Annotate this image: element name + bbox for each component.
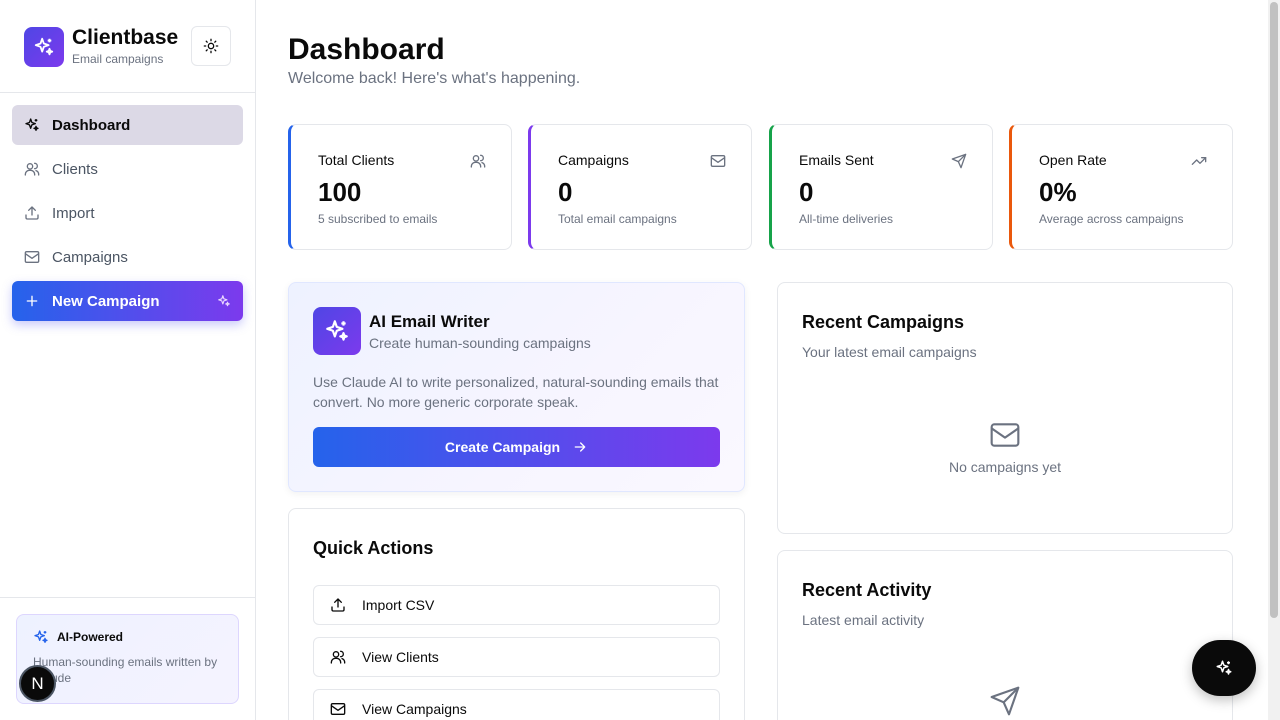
recent-activity-card: Recent Activity Latest email activity: [777, 550, 1233, 720]
mail-icon: [989, 419, 1021, 451]
new-campaign-button[interactable]: New Campaign: [12, 281, 243, 321]
recent-campaigns-subtitle: Your latest email campaigns: [802, 344, 977, 360]
page-subtitle: Welcome back! Here's what's happening.: [288, 70, 581, 87]
ai-writer-title: AI Email Writer: [369, 312, 490, 331]
sun-icon: [203, 38, 219, 54]
quick-action-label: Import CSV: [362, 597, 435, 613]
stat-title: Emails Sent: [799, 152, 874, 168]
sparkles-icon: [1215, 659, 1233, 677]
sidebar-item-campaigns[interactable]: Campaigns: [12, 237, 243, 277]
stat-description: Average across campaigns: [1039, 212, 1184, 226]
stat-card-total-clients: Total Clients 100 5 subscribed to emails: [288, 124, 512, 250]
sparkles-icon: [24, 26, 64, 67]
trending-up-icon: [1191, 153, 1207, 169]
page-title: Dashboard: [288, 33, 445, 66]
ai-email-writer-card: AI Email Writer Create human-sounding ca…: [288, 282, 745, 492]
recent-campaigns-card: Recent Campaigns Your latest email campa…: [777, 282, 1233, 534]
stat-value: 0%: [1039, 177, 1077, 207]
mail-icon: [710, 153, 726, 169]
sidebar-item-label: Campaigns: [52, 248, 128, 266]
stat-value: 100: [318, 177, 362, 207]
plus-icon: [24, 293, 40, 309]
view-campaigns-button[interactable]: View Campaigns: [313, 689, 720, 720]
view-clients-button[interactable]: View Clients: [313, 637, 720, 677]
brand[interactable]: Clientbase Email campaigns: [24, 26, 178, 67]
stat-card-campaigns: Campaigns 0 Total email campaigns: [528, 124, 752, 250]
stat-title: Campaigns: [558, 152, 629, 168]
new-campaign-label: New Campaign: [52, 292, 160, 310]
user-avatar[interactable]: N: [19, 665, 56, 702]
stat-description: All-time deliveries: [799, 212, 894, 226]
quick-action-label: View Campaigns: [362, 701, 467, 717]
sidebar-item-dashboard[interactable]: Dashboard: [12, 105, 243, 145]
sparkles-icon: [217, 294, 231, 308]
ai-writer-subtitle: Create human-sounding campaigns: [369, 335, 591, 351]
mail-icon: [24, 249, 40, 265]
stat-description: 5 subscribed to emails: [318, 212, 438, 226]
upload-icon: [330, 597, 362, 613]
quick-actions-card: Quick Actions Import CSV View Clients Vi…: [288, 508, 745, 720]
stat-value: 0: [799, 177, 814, 207]
recent-activity-subtitle: Latest email activity: [802, 612, 925, 628]
stat-description: Total email campaigns: [558, 212, 677, 226]
ai-writer-description: Use Claude AI to write personalized, nat…: [313, 374, 719, 410]
page-scrollbar[interactable]: [1268, 0, 1280, 720]
upload-icon: [24, 205, 40, 221]
send-icon: [989, 685, 1021, 717]
stat-title: Open Rate: [1039, 152, 1107, 168]
quick-actions-title: Quick Actions: [313, 538, 434, 558]
scrollbar-thumb[interactable]: [1270, 2, 1278, 618]
quick-action-label: View Clients: [362, 649, 439, 665]
sidebar-item-clients[interactable]: Clients: [12, 149, 243, 189]
import-csv-button[interactable]: Import CSV: [313, 585, 720, 625]
users-icon: [470, 153, 486, 169]
arrow-right-icon: [560, 439, 588, 455]
theme-toggle-button[interactable]: [191, 26, 231, 66]
ai-card-text: Human-sounding emails written by Claude: [33, 655, 218, 685]
brand-subtitle: Email campaigns: [72, 52, 164, 66]
stat-value: 0: [558, 177, 573, 207]
empty-state: [778, 685, 1232, 717]
create-campaign-label: Create Campaign: [444, 439, 561, 455]
sidebar-nav: Dashboard Clients Import Campaigns New C…: [12, 105, 243, 325]
sidebar-item-import[interactable]: Import: [12, 193, 243, 233]
divider: [0, 597, 255, 598]
empty-state: No campaigns yet: [778, 419, 1232, 475]
stat-card-open-rate: Open Rate 0% Average across campaigns: [1009, 124, 1233, 250]
sidebar-item-label: Import: [52, 204, 95, 222]
sidebar: Clientbase Email campaigns Dashboard Cli…: [0, 0, 256, 720]
stat-card-emails-sent: Emails Sent 0 All-time deliveries: [769, 124, 993, 250]
divider: [0, 92, 255, 93]
brand-name: Clientbase: [72, 26, 179, 49]
empty-state-text: No campaigns yet: [948, 459, 1062, 475]
ai-card-title: AI-Powered: [57, 630, 124, 644]
sparkles-icon: [313, 307, 361, 355]
create-campaign-button[interactable]: Create Campaign: [313, 427, 720, 467]
send-icon: [951, 153, 967, 169]
sidebar-item-label: Dashboard: [52, 116, 131, 134]
mail-icon: [330, 701, 362, 717]
stat-title: Total Clients: [318, 152, 395, 168]
users-icon: [24, 161, 40, 177]
sparkles-icon: [33, 629, 57, 645]
recent-campaigns-title: Recent Campaigns: [802, 312, 965, 332]
sparkles-icon: [24, 117, 40, 133]
recent-activity-title: Recent Activity: [802, 580, 932, 600]
sidebar-item-label: Clients: [52, 160, 98, 178]
users-icon: [330, 649, 362, 665]
ai-assistant-fab[interactable]: [1192, 640, 1256, 696]
